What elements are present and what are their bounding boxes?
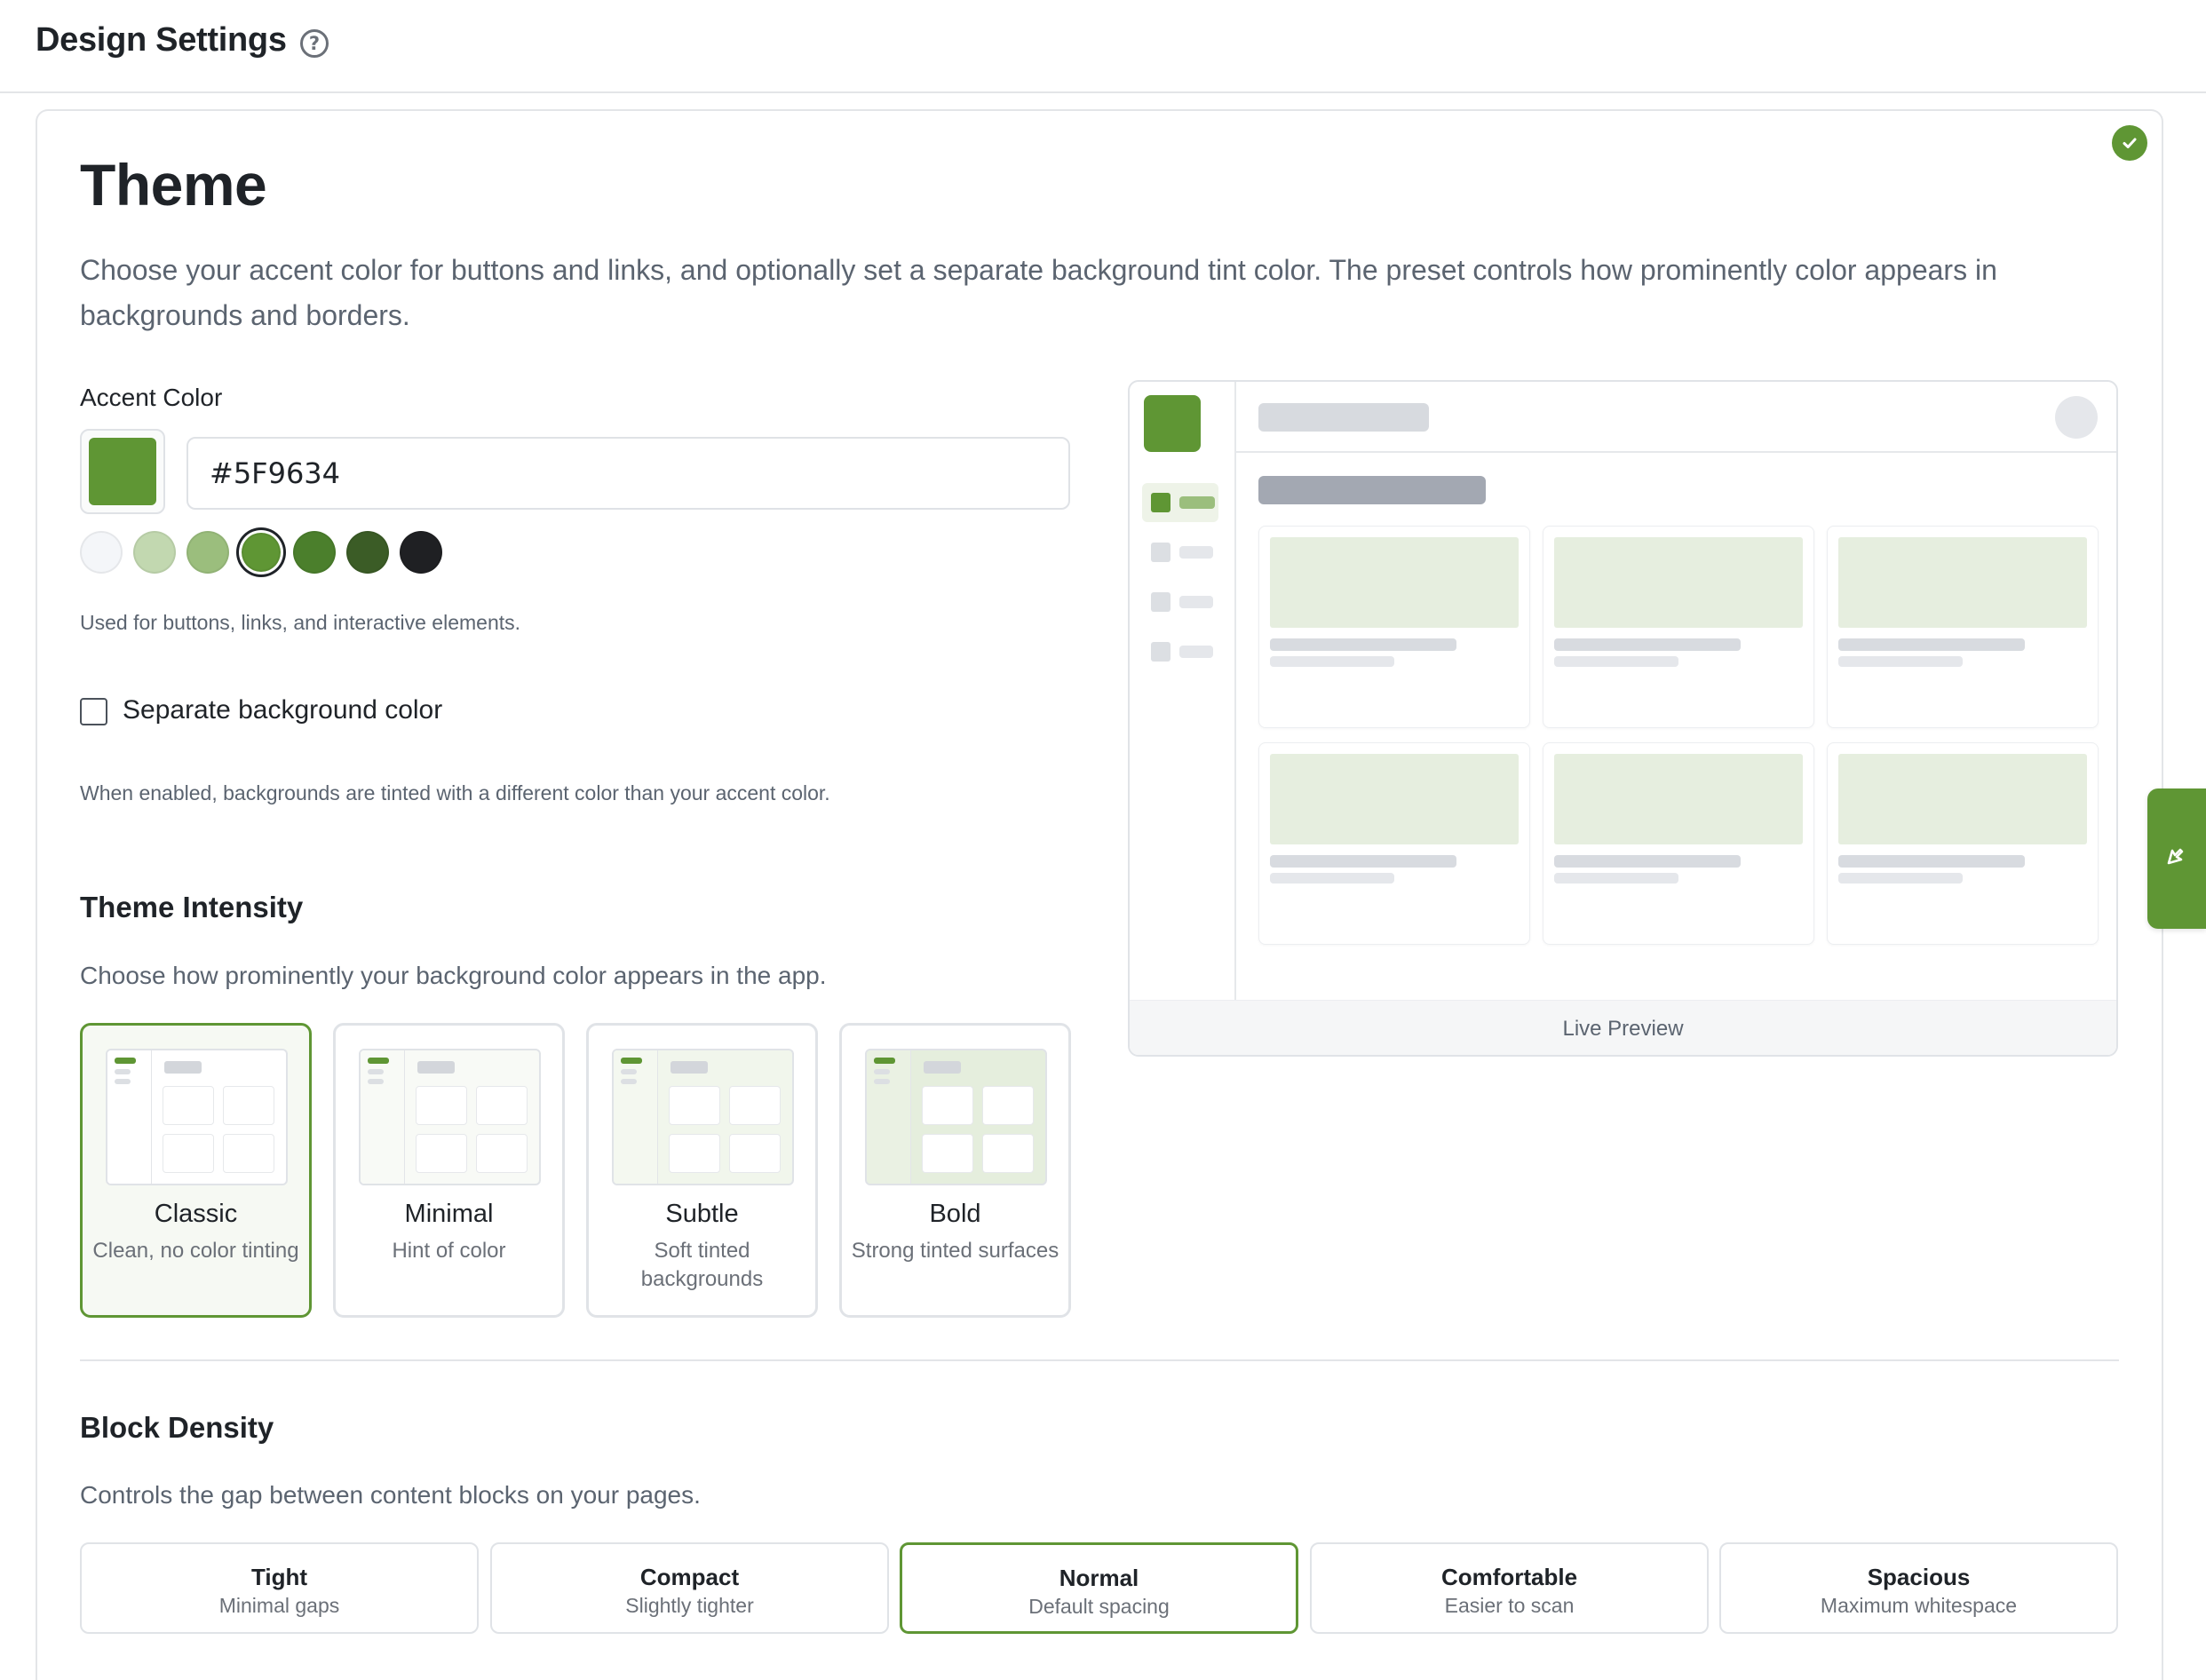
density-option-spacious[interactable]: Spacious Maximum whitespace (1719, 1542, 2118, 1634)
density-option-name: Tight (250, 1564, 308, 1590)
accent-hex-input[interactable] (186, 437, 1070, 510)
preview-card (1543, 526, 1814, 728)
intensity-option-minimal[interactable]: Minimal Hint of color (333, 1023, 565, 1318)
intensity-option-name: Classic (154, 1200, 238, 1228)
block-density-title: Block Density (80, 1411, 274, 1444)
intensity-option-description: Clean, no color tinting (92, 1239, 299, 1263)
cursor-pointer-icon (2165, 845, 2188, 873)
density-option-name: Comfortable (1440, 1564, 1578, 1590)
preview-logo (1144, 395, 1201, 452)
accent-color-swatch-fill (89, 438, 156, 505)
intensity-option-subtle[interactable]: Subtle Soft tinted backgrounds (586, 1023, 818, 1318)
preview-sidebar (1130, 382, 1236, 1000)
accent-color-hint: Used for buttons, links, and interactive… (80, 611, 521, 634)
accent-preset-swatch[interactable] (400, 531, 442, 574)
live-preview-label: Live Preview (1130, 1000, 2116, 1055)
density-option-description: Default spacing (1028, 1595, 1170, 1618)
density-option-compact[interactable]: Compact Slightly tighter (490, 1542, 889, 1634)
intensity-thumbnail (612, 1049, 794, 1185)
separate-background-checkbox[interactable] (80, 698, 107, 725)
intensity-option-name: Minimal (404, 1200, 494, 1228)
preview-card (1827, 526, 2099, 728)
top-header: Design Settings ? (0, 0, 2206, 93)
intensity-option-description: Strong tinted surfaces (851, 1239, 1059, 1263)
intensity-option-name: Subtle (665, 1200, 739, 1228)
density-option-normal[interactable]: Normal Default spacing (900, 1542, 1298, 1634)
intensity-option-classic[interactable]: Classic Clean, no color tinting (80, 1023, 312, 1318)
preview-card (1543, 742, 1814, 945)
accent-preset-swatches (80, 530, 442, 575)
preview-nav-icon (1151, 592, 1170, 612)
intensity-thumbnail (106, 1049, 288, 1185)
preview-nav-icon (1151, 493, 1170, 512)
preview-nav-label (1179, 546, 1213, 559)
density-option-tight[interactable]: Tight Minimal gaps (80, 1542, 479, 1634)
preview-nav-icon (1151, 543, 1170, 562)
density-option-description: Easier to scan (1444, 1594, 1575, 1617)
question-circle-icon[interactable]: ? (300, 29, 329, 58)
preview-card (1258, 742, 1530, 945)
accent-color-swatch[interactable] (80, 429, 165, 514)
intensity-option-description: Soft tinted backgrounds (640, 1239, 764, 1291)
feedback-tab[interactable] (2147, 788, 2206, 929)
intensity-thumbnail (865, 1049, 1047, 1185)
density-option-description: Minimal gaps (218, 1594, 340, 1617)
intensity-option-description: Hint of color (392, 1239, 506, 1263)
theme-title: Theme (80, 152, 267, 218)
preview-nav-label (1179, 596, 1213, 608)
density-option-comfortable[interactable]: Comfortable Easier to scan (1310, 1542, 1709, 1634)
preview-nav-icon (1151, 642, 1170, 662)
check-circle-icon (2112, 125, 2147, 161)
accent-preset-swatch[interactable] (133, 531, 176, 574)
accent-preset-swatch[interactable] (346, 531, 389, 574)
intensity-thumbnail (359, 1049, 541, 1185)
preview-heading-placeholder (1258, 476, 1486, 504)
density-option-description: Maximum whitespace (1820, 1594, 2018, 1617)
intensity-option-name: Bold (929, 1200, 981, 1228)
density-option-name: Spacious (1867, 1564, 1971, 1590)
preview-avatar (2055, 396, 2098, 439)
accent-preset-swatch[interactable] (293, 531, 336, 574)
density-option-description: Slightly tighter (625, 1594, 754, 1617)
accent-color-label: Accent Color (80, 384, 223, 411)
intensity-option-bold[interactable]: Bold Strong tinted surfaces (839, 1023, 1071, 1318)
accent-preset-swatch[interactable] (242, 533, 281, 572)
preview-card (1827, 742, 2099, 945)
live-preview-panel: Live Preview (1128, 380, 2118, 1057)
preview-nav-label (1179, 496, 1215, 509)
section-divider (80, 1359, 2119, 1361)
theme-intensity-description: Choose how prominently your background c… (80, 962, 827, 989)
preview-nav-label (1179, 646, 1213, 658)
block-density-description: Controls the gap between content blocks … (80, 1481, 701, 1509)
theme-intensity-title: Theme Intensity (80, 891, 304, 923)
separate-background-label[interactable]: Separate background color (123, 695, 442, 725)
density-option-name: Normal (1059, 1565, 1139, 1591)
density-option-name: Compact (639, 1564, 740, 1590)
preview-card (1258, 526, 1530, 728)
accent-preset-swatch[interactable] (186, 531, 229, 574)
page-title: Design Settings (36, 21, 287, 59)
theme-description: Choose your accent color for buttons and… (80, 254, 1997, 331)
separate-background-hint: When enabled, backgrounds are tinted wit… (80, 781, 830, 804)
accent-preset-swatch[interactable] (80, 531, 123, 574)
preview-title-placeholder (1258, 403, 1429, 432)
